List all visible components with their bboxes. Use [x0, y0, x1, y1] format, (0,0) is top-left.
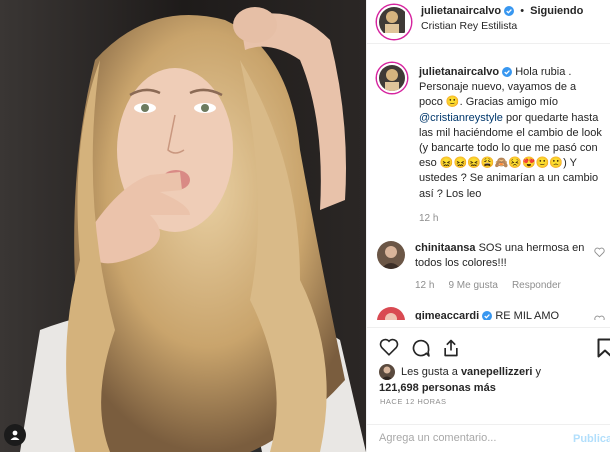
comment-reply-button[interactable]: Responder	[512, 278, 561, 293]
post-location[interactable]: Cristian Rey Estilista	[421, 20, 583, 33]
commenter-username[interactable]: gimeaccardi	[415, 310, 479, 320]
post-image	[0, 0, 366, 452]
share-upload-icon[interactable]	[441, 338, 461, 358]
caption-username[interactable]: julietanaircalvo	[419, 66, 499, 78]
post-time-ago[interactable]: HACE 12 HORAS	[380, 397, 447, 406]
tagged-users-button[interactable]	[4, 424, 26, 446]
caption-time[interactable]: 12 h	[419, 211, 438, 226]
liked-by-suffix: y	[535, 366, 542, 378]
liked-by-username[interactable]: vanepellizzeri	[461, 366, 533, 378]
comment-text: RE MIL AMO	[495, 309, 560, 320]
liked-by-prefix: Les gusta a	[401, 366, 458, 378]
comment-bubble-icon[interactable]	[411, 338, 431, 358]
caption-author-avatar[interactable]	[377, 63, 407, 93]
liker-avatar[interactable]	[379, 364, 395, 380]
like-comment-heart-icon[interactable]	[594, 247, 605, 258]
caption-emojis: 😖😖😖😩🙈😣😍🙂🙁	[439, 157, 564, 170]
caption-part-2: . Gracias amigo mío	[459, 96, 559, 109]
comments-list[interactable]: julietanaircalvo Hola rubia . Personaje …	[367, 44, 610, 320]
author-avatar[interactable]	[377, 5, 411, 39]
separator-dot: •	[520, 5, 525, 17]
comment-item: gimeaccardi RE MIL AMO	[367, 306, 610, 320]
caption-emoji-1: 🙂	[445, 96, 460, 109]
add-comment-input[interactable]	[379, 432, 559, 444]
verified-badge-icon	[504, 6, 515, 16]
commenter-avatar[interactable]	[377, 241, 405, 270]
likes-count[interactable]: 121,698 personas más	[379, 381, 541, 395]
user-icon	[10, 430, 20, 440]
comment-likes[interactable]: 9 Me gusta	[448, 278, 497, 293]
commenter-avatar[interactable]	[377, 306, 405, 320]
add-comment-bar: Publica	[367, 424, 610, 452]
action-bar	[367, 327, 610, 367]
like-heart-icon[interactable]	[379, 338, 399, 356]
comment-item: chinitaansa SOS una hermosa en todos los…	[367, 241, 610, 294]
likes-count-number: 121,698	[379, 382, 419, 394]
verified-badge-icon	[482, 310, 493, 320]
like-comment-heart-icon[interactable]	[594, 315, 605, 320]
caption-mention-link[interactable]: @cristianreystyle	[419, 112, 503, 124]
comment-time[interactable]: 12 h	[415, 278, 434, 293]
publish-button[interactable]: Publica	[573, 433, 610, 445]
post-side-panel: julietanaircalvo • Siguiendo Cristian Re…	[366, 0, 610, 452]
post-header: julietanaircalvo • Siguiendo Cristian Re…	[367, 0, 610, 44]
author-username[interactable]: julietanaircalvo	[421, 5, 501, 17]
following-button[interactable]: Siguiendo	[530, 5, 583, 17]
save-bookmark-icon[interactable]	[597, 338, 610, 358]
caption-text: julietanaircalvo Hola rubia . Personaje …	[419, 65, 603, 226]
likes-summary: Les gusta a vanepellizzeri y 121,698 per…	[379, 364, 541, 395]
caption-item: julietanaircalvo Hola rubia . Personaje …	[367, 63, 610, 226]
verified-badge-icon	[502, 67, 513, 77]
commenter-username[interactable]: chinitaansa	[415, 242, 476, 254]
post-photo[interactable]	[0, 0, 366, 452]
likes-count-suffix: personas más	[421, 382, 496, 394]
